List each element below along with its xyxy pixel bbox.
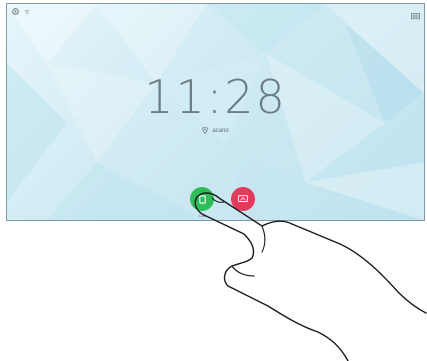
share-screen-button[interactable]: [231, 187, 255, 211]
settings-icon[interactable]: [12, 8, 19, 15]
location-pin-icon: [202, 127, 208, 134]
status-icons-right: [411, 7, 420, 25]
call-button[interactable]: [190, 187, 214, 211]
phone-icon: [198, 194, 206, 204]
location-name: acano: [212, 127, 229, 134]
location-row: acano: [7, 127, 424, 134]
touch-screen: 11:28 acano Call: [6, 3, 425, 221]
call-button-label: Call: [198, 213, 206, 218]
share-screen-icon: [238, 195, 248, 202]
screen-icon[interactable]: [411, 13, 420, 20]
clock-time: 11:28: [144, 70, 287, 124]
wifi-icon: [24, 9, 30, 14]
status-icons-left: [12, 8, 30, 15]
page: 11:28 acano Call: [0, 0, 427, 361]
